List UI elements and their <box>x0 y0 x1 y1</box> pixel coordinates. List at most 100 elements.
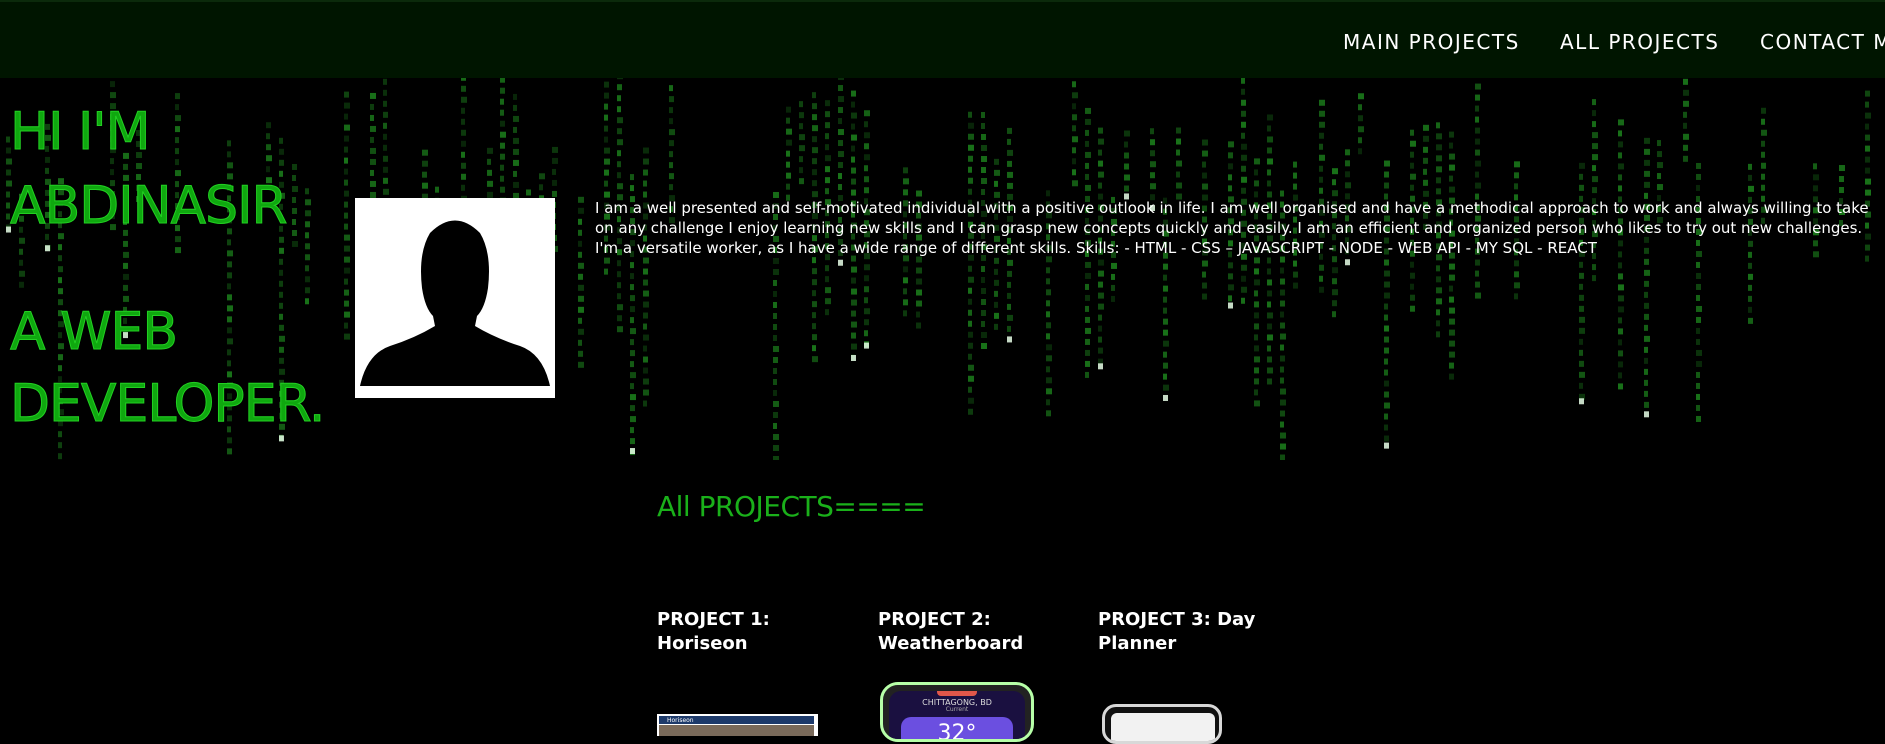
thumb-brand-label: Horiseon <box>667 717 694 724</box>
rain-glyph <box>279 302 283 309</box>
project-2-title[interactable]: PROJECT 2: Weatherboard <box>878 608 1078 656</box>
rain-glyph <box>1345 160 1350 167</box>
rain-glyph <box>461 85 466 92</box>
rain-glyph <box>1839 165 1845 172</box>
rain-glyph <box>1384 270 1390 277</box>
rain-glyph <box>812 334 817 341</box>
rain-glyph <box>487 180 493 187</box>
rain-glyph <box>1280 454 1285 460</box>
rain-glyph <box>994 323 998 330</box>
nav-main-projects[interactable]: MAIN PROJECTS <box>1343 30 1520 54</box>
rain-glyph <box>773 378 777 385</box>
rain-glyph <box>1865 101 1869 108</box>
rain-glyph <box>630 361 634 368</box>
rain-glyph <box>981 342 987 349</box>
rain-glyph <box>1683 133 1689 140</box>
project-1-thumbnail[interactable]: Horiseon <box>657 714 818 736</box>
rain-glyph <box>1514 271 1519 278</box>
rain-glyph <box>1176 127 1181 134</box>
rain-glyph <box>1761 140 1765 147</box>
person-silhouette-icon <box>355 198 555 386</box>
rain-glyph <box>1280 399 1286 406</box>
project-3-thumbnail[interactable] <box>1102 704 1222 744</box>
rain-glyph <box>1163 296 1167 303</box>
rain-glyph <box>1163 373 1167 380</box>
rain-glyph <box>1449 340 1455 347</box>
rain-glyph <box>630 405 635 412</box>
rain-glyph <box>383 89 387 96</box>
rain-glyph <box>825 155 831 162</box>
rain-glyph <box>981 188 985 195</box>
rain-glyph <box>292 163 297 170</box>
rain-glyph <box>968 188 972 195</box>
rain-glyph <box>58 288 63 295</box>
rain-glyph <box>19 281 24 288</box>
rain-glyph <box>266 155 272 162</box>
rain-glyph <box>422 171 427 178</box>
project-2-thumbnail[interactable]: CHITTAGONG, BD Current 32° <box>880 682 1034 742</box>
rain-glyph <box>45 167 49 174</box>
project-1-title[interactable]: PROJECT 1: Horiseon <box>657 608 857 656</box>
rain-glyph <box>123 251 129 258</box>
nav-all-projects[interactable]: ALL PROJECTS <box>1560 30 1719 54</box>
rain-glyph <box>1839 187 1844 194</box>
rain-glyph <box>1124 152 1129 159</box>
rain-glyph <box>1007 138 1011 145</box>
rain-glyph <box>864 308 870 315</box>
rain-glyph <box>227 316 232 323</box>
rain-glyph <box>1267 268 1271 275</box>
rain-glyph <box>1358 126 1364 133</box>
rain-glyph <box>1514 282 1520 289</box>
rain-glyph <box>1228 141 1234 148</box>
nav-contact-me[interactable]: CONTACT ME <box>1760 30 1885 54</box>
rain-glyph <box>136 163 142 170</box>
rain-glyph <box>1319 286 1324 293</box>
rain-glyph <box>1618 185 1622 192</box>
rain-glyph <box>864 110 870 117</box>
rain-glyph <box>1072 147 1076 154</box>
rain-glyph <box>1163 318 1168 325</box>
rain-glyph <box>864 154 870 161</box>
rain-glyph <box>1592 176 1598 183</box>
rain-glyph <box>968 166 972 173</box>
rain-glyph <box>1644 159 1650 166</box>
rain-glyph <box>578 273 583 280</box>
rain-glyph <box>1267 169 1271 176</box>
rain-glyph <box>669 162 673 169</box>
rain-glyph <box>617 271 621 278</box>
rain-glyph <box>968 320 972 327</box>
rain-glyph <box>851 156 855 163</box>
rain-glyph <box>968 353 972 360</box>
rain-glyph <box>1384 182 1389 189</box>
rain-glyph <box>1176 160 1182 167</box>
project-3-title[interactable]: PROJECT 3: Day Planner <box>1098 608 1298 656</box>
rain-glyph <box>1436 166 1442 173</box>
rain-glyph <box>825 144 829 151</box>
rain-glyph <box>552 157 558 164</box>
rain-glyph <box>799 123 803 130</box>
rain-glyph <box>1657 162 1663 169</box>
rain-glyph <box>968 342 973 349</box>
rain-glyph <box>1007 171 1013 178</box>
rain-glyph <box>500 78 505 83</box>
rain-glyph <box>305 232 309 239</box>
rain-glyph <box>1592 275 1596 282</box>
thumb-temperature: 32° <box>937 721 977 742</box>
rain-glyph <box>1241 121 1246 128</box>
rain-glyph <box>58 365 62 372</box>
rain-glyph <box>630 317 634 324</box>
rain-glyph <box>1696 184 1700 191</box>
rain-glyph <box>1449 153 1455 160</box>
rain-glyph <box>1319 121 1325 128</box>
rain-glyph <box>227 327 232 334</box>
rain-glyph <box>1618 350 1623 357</box>
rain-glyph <box>617 161 621 168</box>
rain-glyph <box>1046 366 1050 373</box>
rain-glyph <box>1683 122 1687 129</box>
rain-glyph <box>1085 305 1089 312</box>
rain-glyph <box>1124 163 1129 170</box>
rain-glyph <box>578 196 584 203</box>
rain-glyph <box>903 288 907 295</box>
rain-glyph <box>279 346 284 353</box>
rain-glyph <box>1046 267 1050 274</box>
